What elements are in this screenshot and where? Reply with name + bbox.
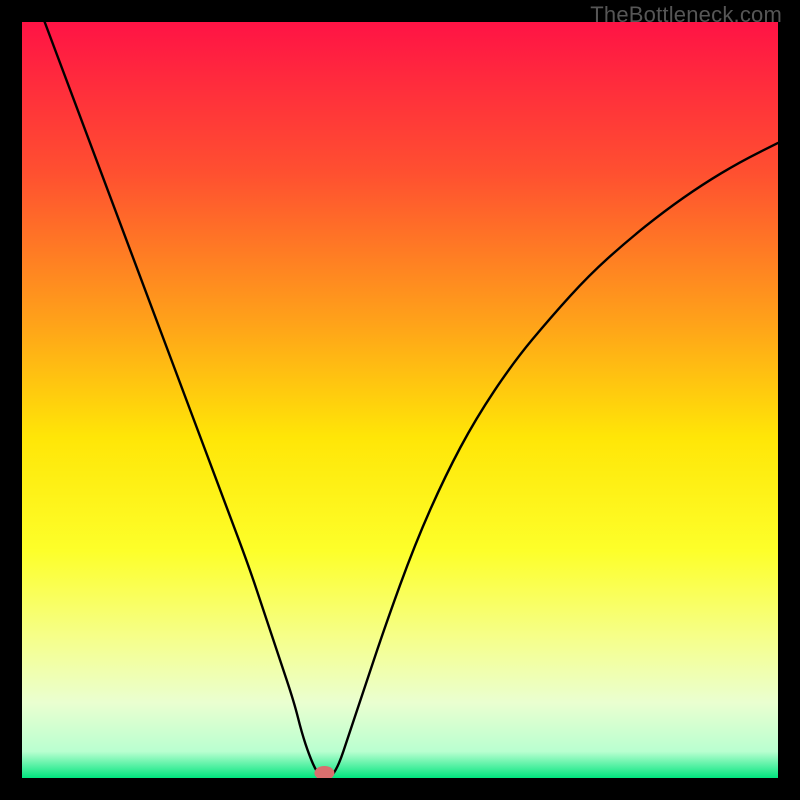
chart-container: TheBottleneck.com [0, 0, 800, 800]
watermark-text: TheBottleneck.com [590, 2, 782, 28]
bottleneck-chart [22, 22, 778, 778]
gradient-background [22, 22, 778, 778]
chart-svg [22, 22, 778, 778]
